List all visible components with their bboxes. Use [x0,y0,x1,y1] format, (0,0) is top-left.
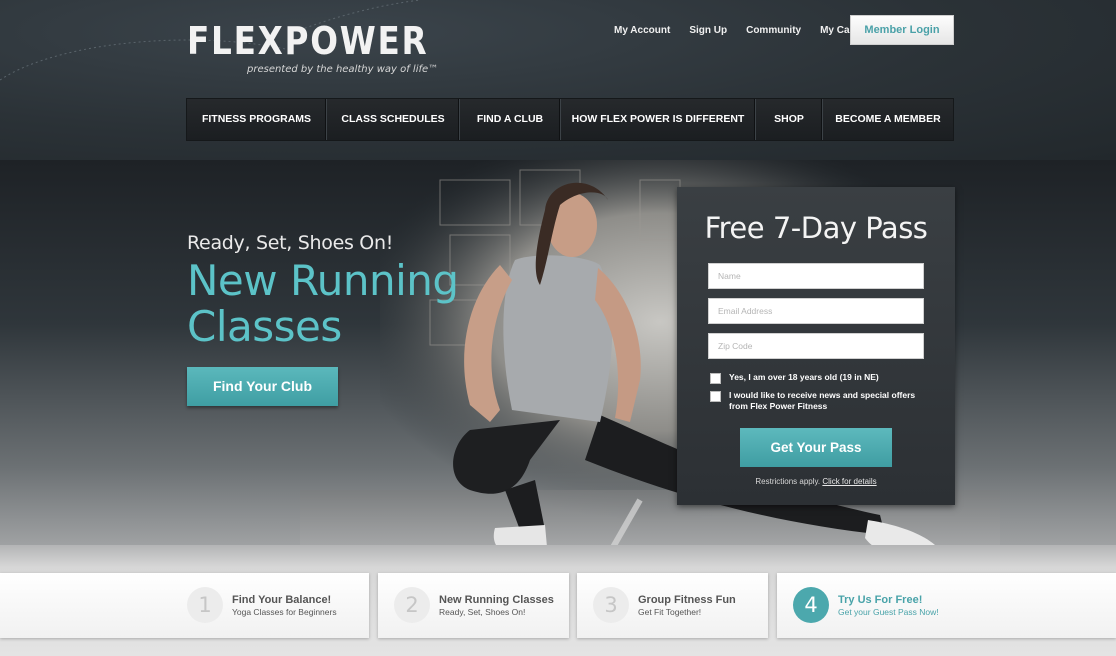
email-input[interactable] [708,298,924,324]
feature-subtitle: Ready, Set, Shoes On! [439,607,526,617]
nav-fitness-programs[interactable]: FITNESS PROGRAMS [187,99,327,140]
nav-find-a-club[interactable]: FIND A CLUB [460,99,561,140]
feature-tile-running[interactable]: 2 New Running Classes Ready, Set, Shoes … [378,573,569,638]
nav-class-schedules[interactable]: CLASS SCHEDULES [327,99,460,140]
find-your-club-button[interactable]: Find Your Club [187,367,338,406]
nav-how-different[interactable]: HOW FLEX POWER IS DIFFERENT [561,99,756,140]
news-optin-row: I would like to receive news and special… [710,390,919,412]
age-confirm-row: Yes, I am over 18 years old (19 in NE) [710,372,919,384]
feature-number-badge: 2 [394,587,430,623]
feature-subtitle: Yoga Classes for Beginners [232,607,337,617]
feature-subtitle: Get your Guest Pass Now! [838,607,939,617]
hero-kicker: Ready, Set, Shoes On! [187,232,394,254]
feature-tile-yoga[interactable]: 1 Find Your Balance! Yoga Classes for Be… [0,573,369,638]
restrictions-text: Restrictions apply. [755,477,821,486]
feature-title: Find Your Balance! [232,594,332,606]
main-navigation: FITNESS PROGRAMS CLASS SCHEDULES FIND A … [186,98,954,141]
age-confirm-label: Yes, I am over 18 years old (19 in NE) [729,372,879,382]
get-your-pass-button[interactable]: Get Your Pass [740,428,892,467]
feature-number-badge: 1 [187,587,223,623]
name-input[interactable] [708,263,924,289]
sign-up-link[interactable]: Sign Up [689,24,727,38]
feature-title: Try Us For Free! [838,594,923,606]
brand-logo[interactable]: FLEXPOWER presented by the healthy way o… [187,18,468,75]
logo-wordmark: FLEXPOWER [187,19,429,63]
age-confirm-checkbox[interactable] [710,373,721,384]
feature-tile-group-fitness[interactable]: 3 Group Fitness Fun Get Fit Together! [577,573,768,638]
restrictions-details-link[interactable]: Click for details [822,477,876,486]
community-link[interactable]: Community [746,24,801,38]
logo-tagline: presented by the healthy way of life™ [247,64,439,75]
zip-code-input[interactable] [708,333,924,359]
news-optin-label: I would like to receive news and special… [729,390,916,411]
free-pass-form: Free 7-Day Pass Yes, I am over 18 years … [677,187,955,505]
news-optin-checkbox[interactable] [710,391,721,402]
feature-number-badge: 4 [793,587,829,623]
utility-links: My Account Sign Up Community My Cart [614,24,876,38]
pass-form-title: Free 7-Day Pass [704,211,928,245]
nav-shop[interactable]: SHOP [756,99,823,140]
feature-title: Group Fitness Fun [638,594,736,606]
member-login-button[interactable]: Member Login [850,15,954,45]
feature-tile-free-trial[interactable]: 4 Try Us For Free! Get your Guest Pass N… [777,573,1116,638]
nav-become-member[interactable]: BECOME A MEMBER [823,99,953,140]
feature-number-badge: 3 [593,587,629,623]
restrictions-note: Restrictions apply. Click for details [677,477,955,486]
my-account-link[interactable]: My Account [614,24,670,38]
hero-title: New Running Classes [187,256,459,351]
feature-title: New Running Classes [439,594,554,606]
feature-subtitle: Get Fit Together! [638,607,702,617]
